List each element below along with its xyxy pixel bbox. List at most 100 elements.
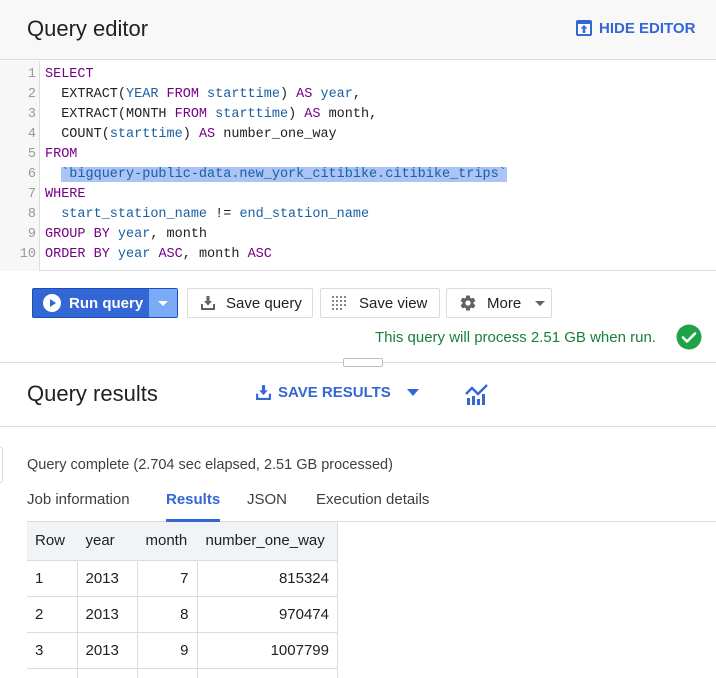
sql-identifier: `bigquery-public-data.new_york_citibike.… [61,167,507,182]
results-tabs: Job information Results JSON Execution d… [27,491,716,522]
sql-token: ) [182,127,199,142]
code-text: EXTRACT(YEAR FROM starttime) AS year, [45,85,361,105]
code-line[interactable]: 8 start_station_name != end_station_name [0,205,716,225]
code-text: EXTRACT(MONTH FROM starttime) AS month, [45,105,377,125]
code-line[interactable]: 9 GROUP BY year, month [0,225,716,245]
page-title: Query editor [27,16,149,41]
run-query-button[interactable]: Run query [32,288,178,318]
sql-keyword: WHERE [45,187,86,202]
sql-token: month, [320,107,378,122]
explore-data-chart-icon[interactable] [464,382,490,408]
save-view-button[interactable]: Save view [320,288,440,318]
cell-year: 2013 [77,559,138,596]
save-results-label: SAVE RESULTS [278,384,391,401]
sql-identifier: year [117,247,151,262]
sql-token: != [207,207,240,222]
cell-row: 1 [27,559,78,596]
sql-editor[interactable]: 1 SELECT 2 EXTRACT(YEAR FROM starttime) AS… [0,61,716,271]
code-text: ORDER BY year ASC, month ASC [45,245,272,265]
line-number: 2 [27,87,36,102]
sql-identifier: starttime [109,127,183,142]
table-row: 1 2013 7 815324 [27,559,338,596]
code-text: GROUP BY year, month [45,225,207,245]
sql-token: ) [288,107,305,122]
results-title: Query results [27,381,158,406]
sql-token: ) [279,87,297,102]
column-header-number-one-way: number_one_way [197,522,338,560]
code-line[interactable]: 7 WHERE [0,185,716,205]
cell-month: 9 [137,631,198,668]
code-line[interactable]: 3 EXTRACT(MONTH FROM starttime) AS month… [0,105,716,125]
chevron-down-icon [535,300,546,306]
sql-identifier: end_station_name [239,207,370,222]
table-row: 2 2013 8 970474 [27,595,338,632]
code-line[interactable]: 4 COUNT(starttime) AS number_one_way [0,125,716,145]
code-text: SELECT [45,65,94,85]
side-panel-toggle[interactable] [0,447,3,483]
cell-month: 8 [137,595,198,632]
hide-editor-button[interactable]: HIDE EDITOR [575,19,695,37]
line-number: 9 [27,227,36,242]
cell-year: 2013 [77,631,138,668]
cell-number-one-way: 815324 [197,559,338,596]
sql-token: , month [182,247,248,262]
code-line[interactable]: 6 `bigquery-public-data.new_york_citibik… [0,165,716,185]
run-query-main[interactable]: Run query [33,289,151,317]
save-query-button[interactable]: Save query [187,288,313,318]
validator-message: This query will process 2.51 GB when run… [375,329,656,346]
sql-token: EXTRACT( [45,87,127,102]
code-text: start_station_name != end_station_name [45,205,369,225]
line-number: 1 [27,67,36,82]
code-line[interactable]: 1 SELECT [0,65,716,85]
run-options-dropdown[interactable] [149,289,177,317]
chevron-down-icon [158,300,168,306]
code-text: WHERE [45,185,86,205]
save-query-label: Save query [226,294,302,312]
sql-identifier: year [320,87,353,102]
collapse-panel-icon [576,20,592,36]
line-number: 4 [27,127,36,142]
more-label: More [487,294,522,312]
cell-number-one-way: 1007799 [197,631,338,668]
table-row: 3 2013 9 1007799 [27,631,338,668]
query-status: Query complete (2.704 sec elapsed, 2.51 … [27,457,393,473]
sql-keyword: AS [296,87,313,102]
results-table: Row year month number_one_way 1 2013 7 8… [27,522,338,678]
sql-token: EXTRACT(MONTH [45,107,175,122]
tab-job-information[interactable]: Job information [27,491,130,522]
tab-results[interactable]: Results [166,491,221,522]
tab-json[interactable]: JSON [247,491,287,522]
cell-row: 2 [27,595,78,632]
line-number: 10 [19,247,36,262]
column-header-year: year [77,522,138,560]
sql-identifier: start_station_name [61,207,208,222]
table-header-row: Row year month number_one_way [27,522,338,560]
save-results-button[interactable]: SAVE RESULTS [255,384,419,401]
query-editor-header: Query editor HIDE EDITOR [0,0,716,60]
sql-keyword: ORDER BY [45,247,110,262]
run-query-label: Run query [69,294,144,312]
chevron-down-icon [406,389,419,396]
cell-year: 2013 [77,595,138,632]
code-line[interactable]: 5 FROM [0,145,716,165]
download-icon [256,385,271,400]
sql-keyword: GROUP BY [45,227,110,242]
sql-identifier: starttime [207,87,280,102]
sql-identifier: starttime [215,107,289,122]
sql-keyword: AS [304,107,321,122]
save-view-label: Save view [359,294,428,312]
line-number: 3 [27,107,36,122]
gear-icon [460,295,476,311]
check-circle-icon [676,324,702,350]
tab-execution-details[interactable]: Execution details [316,491,429,522]
code-line[interactable]: 10 ORDER BY year ASC, month ASC [0,245,716,265]
sql-identifier: YEAR [126,87,159,102]
sql-token: COUNT( [45,127,110,142]
more-button[interactable]: More [446,288,552,318]
code-line[interactable]: 2 EXTRACT(YEAR FROM starttime) AS year, [0,85,716,105]
line-number: 6 [27,167,36,182]
